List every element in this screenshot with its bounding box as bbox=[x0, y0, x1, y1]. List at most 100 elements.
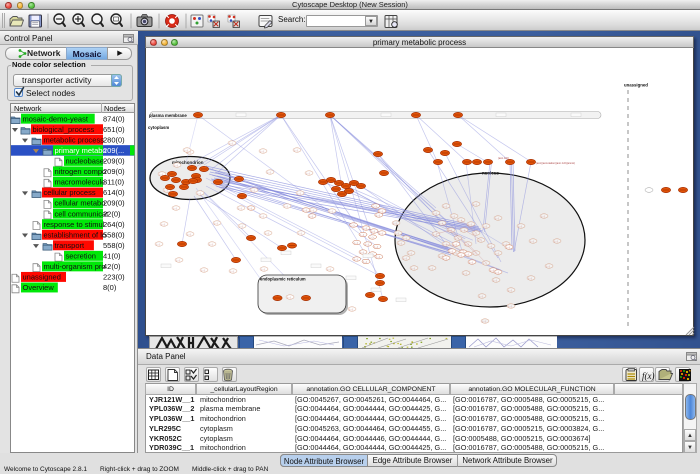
svg-text:223(0): 223(0) bbox=[103, 273, 125, 282]
svg-text:(....): (....) bbox=[265, 233, 269, 235]
svg-text:(....): (....) bbox=[349, 309, 353, 311]
svg-text:cell communicat: cell communicat bbox=[55, 209, 110, 218]
svg-text:558(0): 558(0) bbox=[103, 241, 125, 250]
svg-text:(....): (....) bbox=[490, 270, 494, 272]
svg-text:209(...: 209(... bbox=[103, 146, 124, 155]
svg-text:(....): (....) bbox=[473, 233, 477, 235]
svg-text:(....): (....) bbox=[174, 165, 178, 167]
svg-text:(....): (....) bbox=[267, 172, 271, 174]
svg-text:(....): (....) bbox=[354, 259, 358, 261]
svg-text:(....): (....) bbox=[260, 216, 264, 218]
svg-text:response to stimul: response to stimul bbox=[44, 220, 105, 229]
svg-text:(....): (....) bbox=[327, 269, 331, 271]
svg-text:Overview: Overview bbox=[23, 283, 55, 292]
svg-text:(....): (....) bbox=[176, 260, 180, 262]
svg-text:(....): (....) bbox=[508, 306, 512, 308]
svg-text:multi-organism pro: multi-organism pro bbox=[44, 262, 106, 271]
svg-text:(....): (....) bbox=[465, 254, 469, 256]
svg-text:(....): (....) bbox=[371, 231, 375, 233]
svg-text:41(0): 41(0) bbox=[103, 251, 121, 260]
svg-text:(....): (....) bbox=[298, 233, 302, 235]
svg-text:(....): (....) bbox=[294, 150, 298, 152]
svg-text:(....): (....) bbox=[379, 233, 383, 235]
svg-text:(....): (....) bbox=[351, 225, 355, 227]
svg-text:biological_process: biological_process bbox=[33, 125, 95, 134]
svg-text:614(0): 614(0) bbox=[103, 188, 125, 197]
svg-text:(....): (....) bbox=[164, 190, 168, 192]
svg-text:558(0): 558(0) bbox=[103, 230, 125, 239]
svg-text:(....): (....) bbox=[443, 258, 447, 260]
svg-text:macromolecule: macromolecule bbox=[55, 178, 106, 187]
svg-text:(....): (....) bbox=[284, 206, 288, 208]
svg-text:209(0): 209(0) bbox=[103, 157, 125, 166]
svg-text:22(0): 22(0) bbox=[103, 209, 121, 218]
svg-text:(....): (....) bbox=[251, 190, 255, 192]
svg-text:(....): (....) bbox=[479, 296, 483, 298]
svg-text:874(0): 874(0) bbox=[103, 114, 125, 123]
svg-text:(....): (....) bbox=[370, 237, 374, 239]
svg-text:(....): (....) bbox=[482, 321, 486, 323]
svg-text:(....): (....) bbox=[365, 244, 369, 246]
svg-text:(....): (....) bbox=[518, 226, 522, 228]
svg-text:(....): (....) bbox=[306, 173, 310, 175]
svg-text:(....): (....) bbox=[197, 193, 201, 195]
svg-text:280(0): 280(0) bbox=[103, 135, 125, 144]
svg-text:(....): (....) bbox=[449, 251, 453, 253]
svg-text:(....): (....) bbox=[354, 243, 358, 245]
svg-text:(....): (....) bbox=[506, 247, 510, 249]
svg-text:(....): (....) bbox=[214, 223, 218, 225]
svg-text:secretion: secretion bbox=[66, 251, 96, 260]
svg-text:(....): (....) bbox=[310, 210, 314, 212]
svg-text:(....): (....) bbox=[374, 247, 378, 249]
svg-text:transport: transport bbox=[55, 241, 86, 250]
svg-text:(....): (....) bbox=[360, 252, 364, 254]
svg-text:(....): (....) bbox=[453, 244, 457, 246]
svg-text:(....): (....) bbox=[230, 271, 234, 273]
svg-text:(....): (....) bbox=[433, 213, 437, 215]
svg-text:(....): (....) bbox=[473, 204, 477, 206]
svg-text:(....): (....) bbox=[393, 223, 397, 225]
svg-text:(....): (....) bbox=[468, 224, 472, 226]
svg-text:(....): (....) bbox=[451, 216, 455, 218]
svg-text:(....): (....) bbox=[373, 206, 377, 208]
svg-text:209(0): 209(0) bbox=[103, 167, 125, 176]
svg-text:(....): (....) bbox=[403, 238, 407, 240]
svg-text:(....): (....) bbox=[495, 272, 499, 274]
svg-text:(....): (....) bbox=[403, 258, 407, 260]
svg-text:42(0): 42(0) bbox=[103, 262, 121, 271]
svg-text:(....): (....) bbox=[458, 255, 462, 257]
svg-text:(....): (....) bbox=[363, 262, 367, 264]
svg-text:(....): (....) bbox=[309, 216, 313, 218]
svg-text:(....): (....) bbox=[201, 270, 205, 272]
svg-text:(....): (....) bbox=[411, 268, 415, 270]
svg-text:(....): (....) bbox=[173, 208, 177, 210]
svg-text:unassigned: unassigned bbox=[624, 83, 648, 88]
svg-text:(....): (....) bbox=[546, 266, 550, 268]
svg-text:(....): (....) bbox=[329, 211, 333, 213]
svg-text:establishment of lo: establishment of lo bbox=[44, 230, 107, 239]
svg-text:(....): (....) bbox=[297, 193, 301, 195]
svg-text:cellular process: cellular process bbox=[44, 188, 96, 197]
svg-text:(....): (....) bbox=[483, 263, 487, 265]
svg-text:primary metabo: primary metabo bbox=[55, 146, 107, 155]
svg-text:(....): (....) bbox=[187, 234, 191, 236]
svg-text:(....): (....) bbox=[469, 262, 473, 264]
svg-text:(....): (....) bbox=[478, 240, 482, 242]
svg-text:(....): (....) bbox=[554, 241, 558, 243]
svg-text:(....): (....) bbox=[156, 244, 160, 246]
svg-text:nitrogen compo: nitrogen compo bbox=[55, 167, 107, 176]
svg-text:(....): (....) bbox=[238, 208, 242, 210]
svg-text:(....): (....) bbox=[463, 273, 467, 275]
svg-text:(....): (....) bbox=[508, 290, 512, 292]
svg-text:mosaic-demo-yeast: mosaic-demo-yeast bbox=[23, 114, 89, 123]
svg-text:209(0): 209(0) bbox=[103, 199, 125, 208]
svg-text:(....): (....) bbox=[488, 246, 492, 248]
svg-text:(....): (....) bbox=[360, 235, 364, 237]
svg-text:(....): (....) bbox=[495, 253, 499, 255]
svg-text:(....): (....) bbox=[260, 151, 264, 153]
svg-text:(....): (....) bbox=[303, 210, 307, 212]
svg-text:(....): (....) bbox=[398, 243, 402, 245]
svg-text:(....): (....) bbox=[376, 215, 380, 217]
svg-text:(....): (....) bbox=[433, 234, 437, 236]
svg-text:nucleobase-: nucleobase- bbox=[66, 157, 107, 166]
